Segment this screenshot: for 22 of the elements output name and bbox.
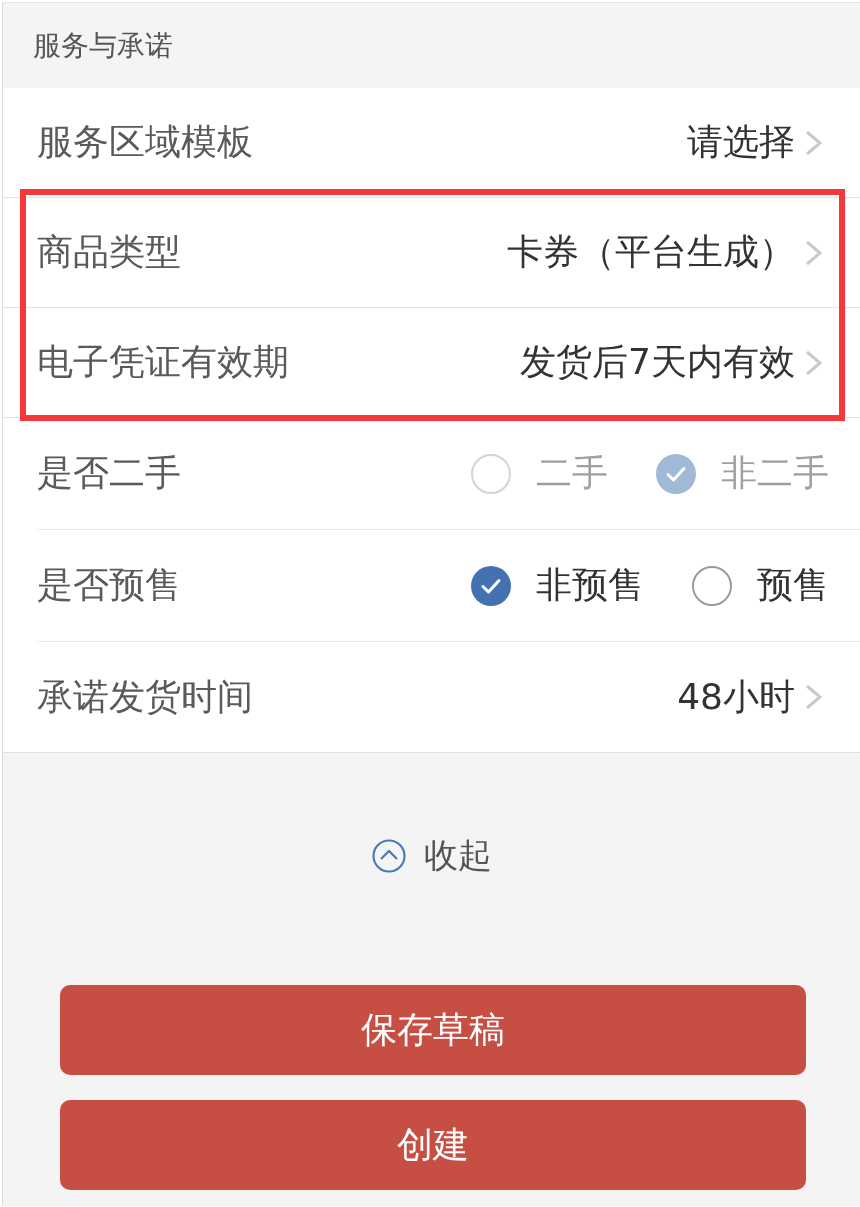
field-value[interactable]: 48小时 [677, 672, 795, 722]
field-value[interactable]: 请选择 [687, 118, 795, 167]
field-value[interactable]: 发货后7天内有效 [520, 338, 795, 387]
radio-unchecked-icon[interactable] [692, 565, 732, 606]
radio-option[interactable]: 非预售 [471, 561, 644, 610]
field-label: 电子凭证有效期 [37, 340, 289, 384]
collapse-toggle[interactable]: 收起 [371, 833, 492, 879]
field-label: 是否预售 [37, 563, 181, 607]
chevron-right-icon[interactable] [805, 129, 822, 156]
chevron-up-circle-icon[interactable] [371, 839, 406, 873]
action-button[interactable]: 保存草稿 [60, 985, 806, 1075]
chevron-right-icon[interactable] [805, 349, 822, 376]
field-label: 商品类型 [37, 230, 181, 274]
field-label: 是否二手 [37, 451, 181, 495]
field-label: 承诺发货时间 [37, 674, 253, 719]
chevron-right-icon[interactable] [805, 239, 822, 266]
chevron-right-icon[interactable] [805, 684, 822, 710]
radio-checked-icon[interactable] [471, 565, 511, 606]
field-label: 服务区域模板 [37, 120, 253, 164]
action-button[interactable]: 创建 [60, 1100, 806, 1190]
radio-option[interactable]: 预售 [692, 561, 829, 610]
field-value[interactable]: 卡券（平台生成） [507, 228, 795, 277]
